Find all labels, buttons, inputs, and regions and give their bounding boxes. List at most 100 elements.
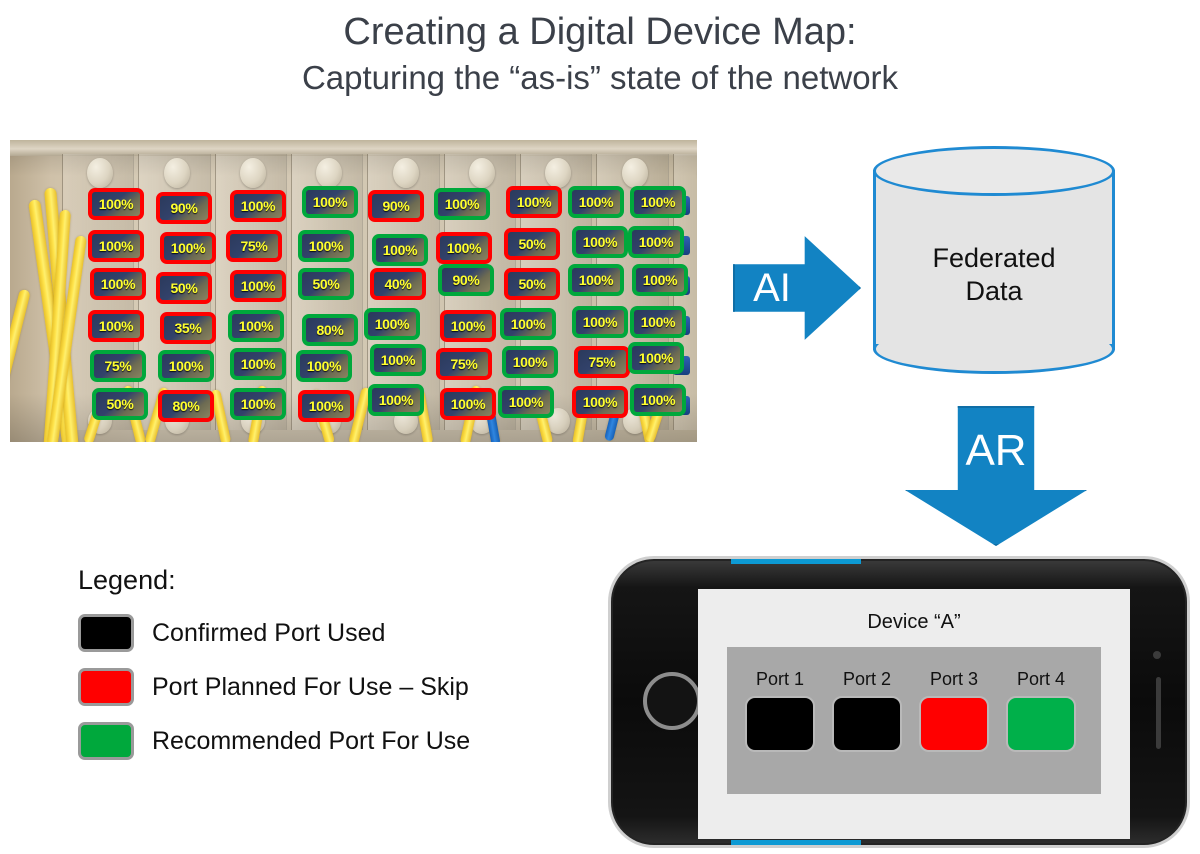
port-status-box[interactable]: 100% — [88, 310, 144, 342]
legend-item: Recommended Port For Use — [78, 722, 598, 760]
port-utilization-label: 100% — [508, 394, 544, 410]
port-status-box[interactable]: 100% — [296, 350, 352, 382]
port-status-box[interactable]: 100% — [228, 310, 284, 342]
port-utilization-label: 100% — [640, 314, 676, 330]
port-utilization-label: 100% — [516, 194, 552, 210]
home-button[interactable] — [643, 672, 701, 730]
port-status-box[interactable]: 100% — [90, 268, 146, 300]
port-status-box[interactable]: 100% — [572, 226, 628, 258]
port-status-box[interactable]: 100% — [502, 346, 558, 378]
port-status-box[interactable]: 35% — [160, 312, 216, 344]
port-status-box[interactable]: 100% — [630, 384, 686, 416]
port-status-box[interactable]: 50% — [504, 268, 560, 300]
port-status-box[interactable]: 50% — [156, 272, 212, 304]
port-status-box[interactable]: 100% — [160, 232, 216, 264]
device-title: Device “A” — [867, 611, 961, 633]
phone-mockup: Device “A” Port 1 Port 2 Port 3 Port 4 — [608, 556, 1190, 848]
port-status-box[interactable]: 100% — [298, 230, 354, 262]
port-status-box[interactable]: 40% — [370, 268, 426, 300]
port-utilization-label: 100% — [640, 392, 676, 408]
port-utilization-label: 100% — [168, 358, 204, 374]
port-status-box[interactable]: 100% — [630, 306, 686, 338]
port-utilization-label: 75% — [450, 356, 478, 372]
ar-arrow: AR — [905, 406, 1087, 546]
legend-color-swatch — [78, 722, 134, 760]
panel-screw-icon — [392, 158, 419, 188]
ar-port-status-swatch — [919, 696, 989, 752]
ar-port[interactable]: Port 4 — [1006, 669, 1076, 752]
port-status-box[interactable]: 100% — [88, 188, 144, 220]
ar-port[interactable]: Port 2 — [832, 669, 902, 752]
port-status-box[interactable]: 100% — [230, 348, 286, 380]
datastore-label-line2: Data — [965, 276, 1023, 306]
port-utilization-label: 100% — [240, 278, 276, 294]
port-status-box[interactable]: 50% — [92, 388, 148, 420]
port-status-box[interactable]: 100% — [628, 342, 684, 374]
port-status-box[interactable]: 75% — [436, 348, 492, 380]
port-status-box[interactable]: 75% — [574, 346, 630, 378]
port-utilization-label: 100% — [100, 276, 136, 292]
port-status-box[interactable]: 50% — [298, 268, 354, 300]
title-line-primary: Creating a Digital Device Map: — [343, 11, 857, 53]
port-status-box[interactable]: 100% — [370, 344, 426, 376]
port-status-box[interactable]: 100% — [88, 230, 144, 262]
port-status-box[interactable]: 100% — [368, 384, 424, 416]
datastore-label-line1: Federated — [932, 243, 1056, 273]
ar-port-label: Port 2 — [842, 669, 892, 689]
port-status-box[interactable]: 100% — [298, 390, 354, 422]
port-status-box[interactable]: 100% — [230, 190, 286, 222]
port-utilization-label: 100% — [374, 316, 410, 332]
port-status-box[interactable]: 90% — [438, 264, 494, 296]
port-utilization-label: 100% — [238, 318, 274, 334]
port-status-box[interactable]: 80% — [302, 314, 358, 346]
port-status-box[interactable]: 75% — [90, 350, 146, 382]
phone-screen: Device “A” Port 1 Port 2 Port 3 Port 4 — [698, 589, 1130, 839]
port-status-box[interactable]: 100% — [230, 388, 286, 420]
port-status-box[interactable]: 100% — [568, 264, 624, 296]
port-status-box[interactable]: 100% — [372, 234, 428, 266]
port-status-box[interactable]: 100% — [500, 308, 556, 340]
port-status-box[interactable]: 100% — [572, 306, 628, 338]
port-status-box[interactable]: 100% — [302, 186, 358, 218]
speaker-icon — [1156, 677, 1161, 749]
ar-port-label: Port 4 — [1016, 669, 1066, 689]
port-status-box[interactable]: 75% — [226, 230, 282, 262]
cylinder-top-ellipse — [873, 146, 1115, 196]
port-status-box[interactable]: 100% — [568, 186, 624, 218]
port-status-box[interactable]: 100% — [506, 186, 562, 218]
port-status-box[interactable]: 100% — [436, 232, 492, 264]
port-utilization-label: 100% — [638, 234, 674, 250]
port-status-box[interactable]: 90% — [156, 192, 212, 224]
port-status-box[interactable]: 100% — [440, 310, 496, 342]
port-status-box[interactable]: 100% — [630, 186, 686, 218]
port-utilization-label: 100% — [450, 318, 486, 334]
port-status-box[interactable]: 100% — [434, 188, 490, 220]
port-utilization-label: 100% — [308, 238, 344, 254]
ar-port[interactable]: Port 1 — [745, 669, 815, 752]
ar-port-label: Port 3 — [929, 669, 979, 689]
legend-item-label: Recommended Port For Use — [152, 726, 471, 755]
port-status-box[interactable]: 90% — [368, 190, 424, 222]
port-status-box[interactable]: 100% — [632, 264, 688, 296]
port-status-box[interactable]: 50% — [504, 228, 560, 260]
port-utilization-label: 100% — [306, 358, 342, 374]
legend-item: Confirmed Port Used — [78, 614, 598, 652]
port-status-box[interactable]: 100% — [572, 386, 628, 418]
port-status-box[interactable]: 80% — [158, 390, 214, 422]
port-utilization-label: 100% — [380, 352, 416, 368]
port-status-box[interactable]: 100% — [158, 350, 214, 382]
ar-port[interactable]: Port 3 — [919, 669, 989, 752]
port-utilization-label: 100% — [446, 240, 482, 256]
panel-screw-icon — [87, 158, 114, 188]
port-status-box[interactable]: 100% — [364, 308, 420, 340]
port-status-box[interactable]: 100% — [230, 270, 286, 302]
datastore-label: Federated Data — [873, 242, 1115, 308]
port-utilization-label: 50% — [518, 236, 546, 252]
port-status-box[interactable]: 100% — [440, 388, 496, 420]
port-utilization-label: 100% — [640, 194, 676, 210]
legend-color-swatch — [78, 614, 134, 652]
title-line-secondary: Capturing the “as-is” state of the netwo… — [301, 59, 899, 96]
port-status-box[interactable]: 100% — [498, 386, 554, 418]
port-status-box[interactable]: 100% — [628, 226, 684, 258]
port-utilization-label: 100% — [240, 356, 276, 372]
